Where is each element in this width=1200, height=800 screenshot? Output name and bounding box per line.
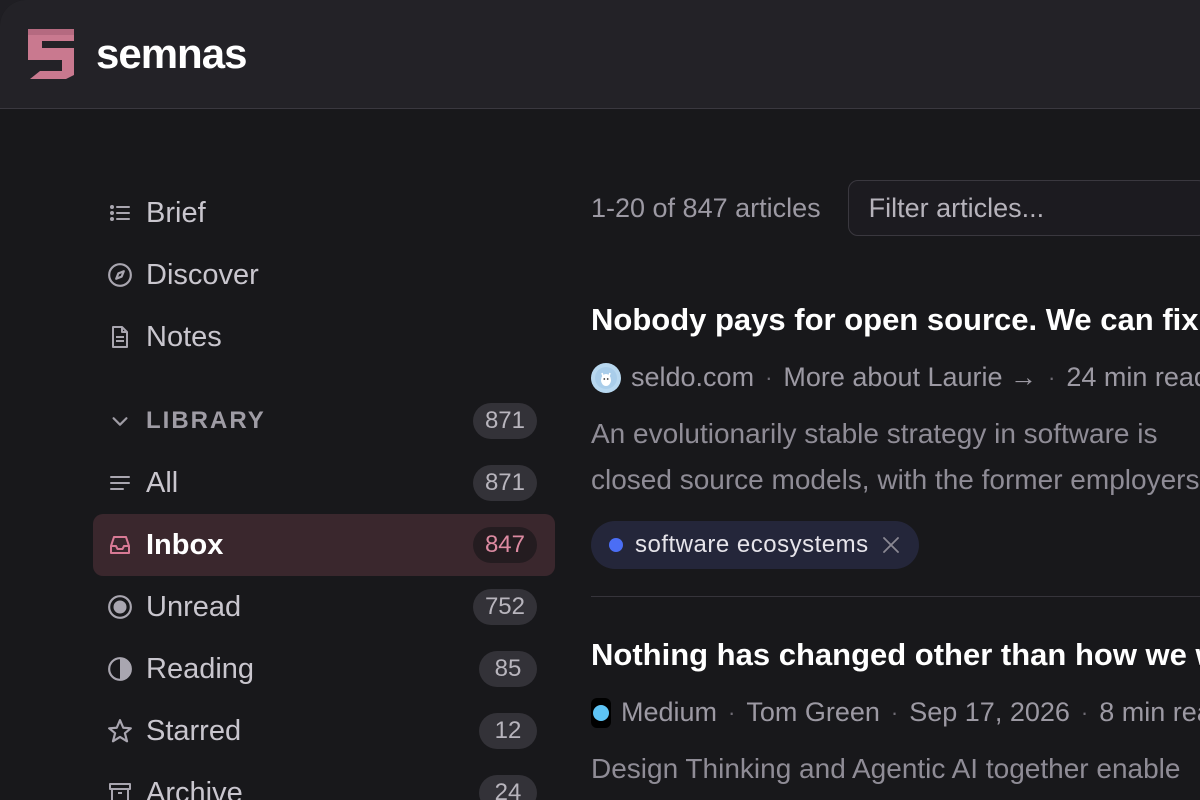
article-list: 1-20 of 847 articles Nobody pays for ope… [591,180,1200,800]
article-author[interactable]: Tom Green [746,697,880,728]
article-meta: Medium · Tom Green · Sep 17, 2026 · 8 mi… [591,697,1200,728]
library-section-toggle[interactable]: LIBRARY 871 [93,390,555,452]
meta-separator: · [890,699,899,725]
summary-line: Design Thinking and Agentic AI together … [591,753,1181,784]
app-window: semnas Brief Discover Notes LIBRARY 871 … [0,0,1200,800]
lines-icon [107,470,133,496]
summary-line: An evolutionarily stable strategy in sof… [591,418,1158,449]
tag-chip[interactable]: software ecosystems [591,521,919,569]
count-badge: 85 [479,651,537,687]
list-icon [107,200,133,226]
library-section-label: LIBRARY [146,407,266,434]
article-title[interactable]: Nothing has changed other than how we wo… [591,637,1200,673]
sidebar: Brief Discover Notes LIBRARY 871 All 871… [93,182,555,800]
count-badge: 752 [472,589,537,625]
sidebar-item-reading[interactable]: Reading 85 [93,638,555,700]
article-item[interactable]: Nobody pays for open source. We can fix … [591,302,1200,597]
sidebar-item-discover[interactable]: Discover [93,244,555,306]
article-read-time: 24 min read [1066,362,1200,392]
sidebar-item-label: Starred [146,714,242,747]
sidebar-item-all[interactable]: All 871 [93,452,555,514]
semnas-logo-icon[interactable] [26,27,78,81]
meta-separator: · [1048,364,1056,390]
half-circle-icon [107,656,133,682]
document-icon [107,324,133,350]
count-badge: 847 [472,527,537,563]
article-divider [591,596,1200,597]
article-source[interactable]: seldo.com [631,362,754,393]
summary-line: AI facilitates essential tasks that dive… [591,792,1200,800]
count-badge: 871 [472,465,537,501]
article-count: 1-20 of 847 articles [591,192,821,223]
meta-separator: · [728,699,736,725]
sidebar-item-starred[interactable]: Starred 12 [93,700,555,762]
sidebar-item-notes[interactable]: Notes [93,306,555,368]
sidebar-item-label: Reading [146,652,255,685]
sidebar-item-label: Unread [146,590,242,623]
article-item[interactable]: Nothing has changed other than how we wo… [591,637,1200,800]
count-badge: 12 [479,713,537,749]
sidebar-item-inbox[interactable]: Inbox 847 [93,514,555,576]
sidebar-item-label: Notes [146,320,222,353]
article-summary: An evolutionarily stable strategy in sof… [591,411,1200,503]
compass-icon [107,262,133,288]
article-read-time: 8 min read [1099,697,1200,727]
radio-dot-icon [107,594,133,620]
meta-separator: · [1080,699,1089,725]
sidebar-item-label: Discover [146,258,259,291]
article-author[interactable]: More about Laurie → [783,362,1037,393]
summary-line: closed source models, with the former em… [591,464,1200,495]
filter-articles-input[interactable] [847,180,1200,236]
article-title[interactable]: Nobody pays for open source. We can fix … [591,302,1200,338]
tag-label: software ecosystems [635,531,869,558]
meta-separator: · [765,364,773,390]
sidebar-item-archive[interactable]: Archive 24 [93,762,555,800]
article-source[interactable]: Medium [621,697,717,728]
article-meta: seldo.com · More about Laurie → · 24 min… [591,362,1200,393]
star-icon [107,718,133,744]
close-icon[interactable] [881,535,901,555]
inbox-icon [107,532,133,558]
sidebar-item-label: All [146,466,179,499]
chevron-down-icon [107,408,133,434]
article-date: Sep 17, 2026 [909,697,1070,727]
seldo-favicon-icon [591,362,621,393]
article-summary: Design Thinking and Agentic AI together … [591,746,1200,800]
tag-color-dot [609,538,623,552]
library-count-badge: 871 [472,403,537,439]
sidebar-item-label: Archive [146,776,243,800]
brand-name[interactable]: semnas [96,30,247,78]
sidebar-item-unread[interactable]: Unread 752 [93,576,555,638]
top-bar: semnas [0,0,1200,109]
medium-favicon-icon [591,697,611,728]
count-badge: 24 [479,775,537,800]
list-toolbar: 1-20 of 847 articles [591,180,1200,236]
sidebar-item-label: Inbox [146,528,224,561]
archive-icon [107,780,133,800]
sidebar-item-brief[interactable]: Brief [93,182,555,244]
sidebar-item-label: Brief [146,196,206,229]
